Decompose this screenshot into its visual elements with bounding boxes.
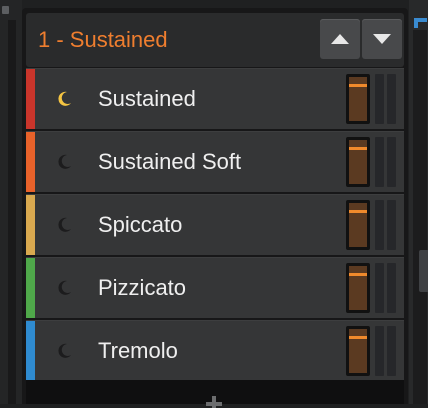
meter-slot — [375, 137, 384, 187]
level-meter[interactable] — [346, 326, 370, 376]
rail-groove — [8, 20, 16, 404]
meter-level-line — [349, 272, 367, 276]
articulation-label: Tremolo — [98, 338, 178, 363]
meter-slot — [387, 137, 396, 187]
meter-level-line — [349, 83, 367, 87]
triangle-down-icon — [373, 34, 391, 44]
articulation-row[interactable]: Sustained Soft — [26, 131, 404, 192]
articulation-label: Spiccato — [98, 212, 183, 237]
articulation-label: Sustained — [98, 86, 196, 111]
plus-icon-bar[interactable] — [206, 402, 222, 406]
color-stripe — [26, 258, 35, 318]
articulation-label: Pizzicato — [98, 275, 187, 300]
meter-slot — [387, 200, 396, 250]
previous-articulation-button[interactable] — [320, 19, 360, 59]
meter-level-line — [349, 335, 367, 339]
color-stripe — [26, 69, 35, 129]
triangle-up-icon — [331, 34, 349, 44]
moon-icon[interactable] — [54, 152, 74, 172]
moon-icon[interactable] — [54, 215, 74, 235]
articulation-row[interactable]: Spiccato — [26, 194, 404, 255]
left-rail — [0, 0, 22, 404]
selected-articulation-title: 1 - Sustained — [38, 27, 168, 52]
level-meter[interactable] — [346, 137, 370, 187]
meter-level-line — [349, 146, 367, 150]
scrollbar-thumb[interactable] — [419, 250, 428, 292]
scrollbar-track[interactable] — [413, 30, 428, 404]
level-meter[interactable] — [346, 263, 370, 313]
articulation-label: Sustained Soft — [98, 149, 242, 174]
moon-icon[interactable] — [54, 278, 74, 298]
articulation-panel: 1 - Sustained Sustained Sustained Soft Spi… — [22, 8, 408, 408]
add-articulation-area[interactable] — [26, 380, 404, 408]
level-meter[interactable] — [346, 74, 370, 124]
meter-level-line — [349, 209, 367, 213]
meter-slot — [375, 263, 384, 313]
articulation-row[interactable]: Tremolo — [26, 320, 404, 381]
articulation-row[interactable]: Pizzicato — [26, 257, 404, 318]
color-stripe — [26, 321, 35, 381]
level-meter[interactable] — [346, 200, 370, 250]
meter-slot — [375, 200, 384, 250]
meter-slot — [375, 74, 384, 124]
articulation-row[interactable]: Sustained — [26, 68, 404, 129]
next-articulation-button[interactable] — [362, 19, 402, 59]
meter-slot — [375, 326, 384, 376]
moon-icon[interactable] — [54, 341, 74, 361]
corner-accent-icon — [414, 18, 427, 28]
color-stripe — [26, 132, 35, 192]
right-rail — [409, 0, 428, 404]
color-stripe — [26, 195, 35, 255]
meter-slot — [387, 74, 396, 124]
articulation-header: 1 - Sustained — [26, 13, 404, 67]
meter-slot — [387, 263, 396, 313]
articulation-list: Sustained Sustained Soft Spiccato Pizzicato… — [26, 68, 404, 383]
rail-notch — [2, 6, 9, 14]
meter-slot — [387, 326, 396, 376]
moon-icon[interactable] — [54, 89, 74, 109]
